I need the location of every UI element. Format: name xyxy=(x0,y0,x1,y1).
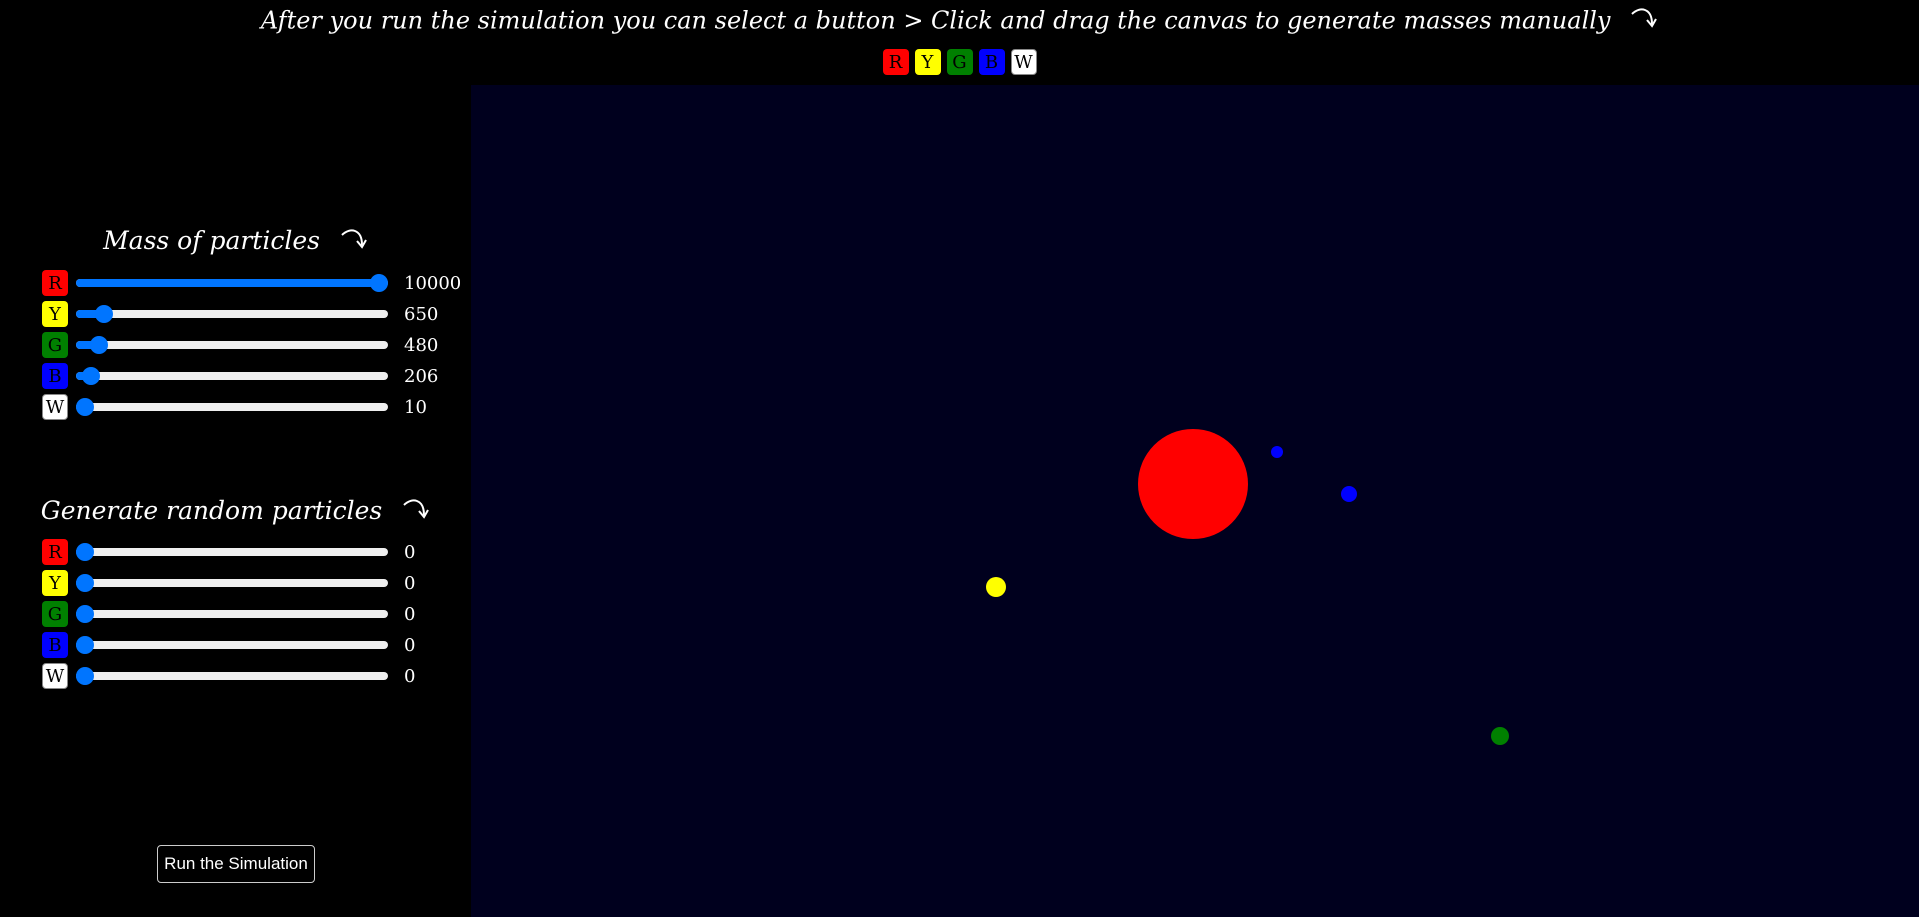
slider-value: 0 xyxy=(404,572,416,594)
select-yellow-button[interactable]: Y xyxy=(914,49,941,75)
run-simulation-button[interactable]: Run the Simulation xyxy=(157,845,315,883)
random_section-slider-row-green: G0 xyxy=(42,601,415,627)
mass_section-slider-row-green: G 480 xyxy=(42,332,438,358)
slider-value: 0 xyxy=(404,603,416,625)
select-blue-button[interactable]: B xyxy=(978,49,1005,75)
select-red-button[interactable]: R xyxy=(882,49,909,75)
mass_section-slider-yellow[interactable] xyxy=(76,303,388,325)
random_section-slider-row-blue: B0 xyxy=(42,632,415,658)
slider-thumb[interactable] xyxy=(95,305,114,323)
slider-value: 10 xyxy=(404,396,427,418)
slider-value: 0 xyxy=(404,665,416,687)
control-panel: Mass of particles R 10000 Y 650 G 480 B 206 W 10 … xyxy=(0,85,471,917)
color-label-red: R xyxy=(42,539,68,565)
color-label-yellow: Y xyxy=(42,301,68,327)
slider-thumb[interactable] xyxy=(370,274,388,292)
slider-track[interactable] xyxy=(76,672,388,680)
random-section-title: Generate random particles xyxy=(0,496,471,529)
particle-yellow xyxy=(986,577,1006,597)
mass_section-slider-row-yellow: Y 650 xyxy=(42,301,438,327)
slider-thumb[interactable] xyxy=(76,543,94,561)
mass_section-slider-row-blue: B 206 xyxy=(42,363,438,389)
curved-arrow-icon xyxy=(1630,6,1658,38)
slider-thumb[interactable] xyxy=(90,336,109,354)
slider-value: 0 xyxy=(404,541,416,563)
select-green-button[interactable]: G xyxy=(946,49,973,75)
slider-fill xyxy=(76,279,379,287)
curved-arrow-icon xyxy=(402,497,430,529)
color-label-green: G xyxy=(42,601,68,627)
random_section-slider-row-white: W0 xyxy=(42,663,415,689)
slider-track[interactable] xyxy=(76,641,388,649)
mass_section-slider-green[interactable] xyxy=(76,334,388,356)
mass_section-slider-row-white: W 10 xyxy=(42,394,427,420)
select-white-button[interactable]: W xyxy=(1010,49,1037,75)
color-label-yellow: Y xyxy=(42,570,68,596)
slider-value: 206 xyxy=(404,365,439,387)
color-label-white: W xyxy=(42,663,68,689)
random_section-slider-red[interactable] xyxy=(76,541,388,563)
slider-track[interactable] xyxy=(76,403,388,411)
color-label-green: G xyxy=(42,332,68,358)
slider-thumb[interactable] xyxy=(76,636,94,654)
random_section-slider-yellow[interactable] xyxy=(76,572,388,594)
slider-track[interactable] xyxy=(76,548,388,556)
mass_section-slider-blue[interactable] xyxy=(76,365,388,387)
slider-thumb[interactable] xyxy=(81,367,100,385)
simulation-canvas[interactable] xyxy=(471,85,1919,917)
instruction-text: After you run the simulation you can sel… xyxy=(260,6,1611,35)
random_section-slider-row-red: R0 xyxy=(42,539,415,565)
slider-value: 0 xyxy=(404,634,416,656)
random_section-slider-row-yellow: Y0 xyxy=(42,570,415,596)
slider-value: 650 xyxy=(404,303,439,325)
random_section-slider-green[interactable] xyxy=(76,603,388,625)
mass_section-slider-red[interactable] xyxy=(76,272,388,294)
particle-blue xyxy=(1271,446,1283,458)
mass-section-title: Mass of particles xyxy=(0,226,471,259)
slider-track[interactable] xyxy=(76,579,388,587)
particle-green xyxy=(1491,727,1509,745)
particle-red xyxy=(1138,429,1248,539)
slider-track[interactable] xyxy=(76,310,388,318)
color-select-buttons: R Y G B W xyxy=(0,49,1919,75)
color-label-blue: B xyxy=(42,632,68,658)
slider-value: 10000 xyxy=(404,272,462,294)
random_section-slider-white[interactable] xyxy=(76,665,388,687)
color-label-white: W xyxy=(42,394,68,420)
slider-thumb[interactable] xyxy=(76,574,94,592)
color-label-red: R xyxy=(42,270,68,296)
slider-thumb[interactable] xyxy=(76,398,94,416)
slider-track[interactable] xyxy=(76,372,388,380)
slider-thumb[interactable] xyxy=(76,605,94,623)
random_section-slider-blue[interactable] xyxy=(76,634,388,656)
mass_section-slider-row-red: R 10000 xyxy=(42,270,461,296)
particle-blue xyxy=(1341,486,1357,502)
slider-track[interactable] xyxy=(76,341,388,349)
curved-arrow-icon xyxy=(340,227,368,259)
color-label-blue: B xyxy=(42,363,68,389)
slider-thumb[interactable] xyxy=(76,667,94,685)
slider-track[interactable] xyxy=(76,610,388,618)
instruction-heading: After you run the simulation you can sel… xyxy=(0,6,1919,38)
mass_section-slider-white[interactable] xyxy=(76,396,388,418)
slider-value: 480 xyxy=(404,334,439,356)
